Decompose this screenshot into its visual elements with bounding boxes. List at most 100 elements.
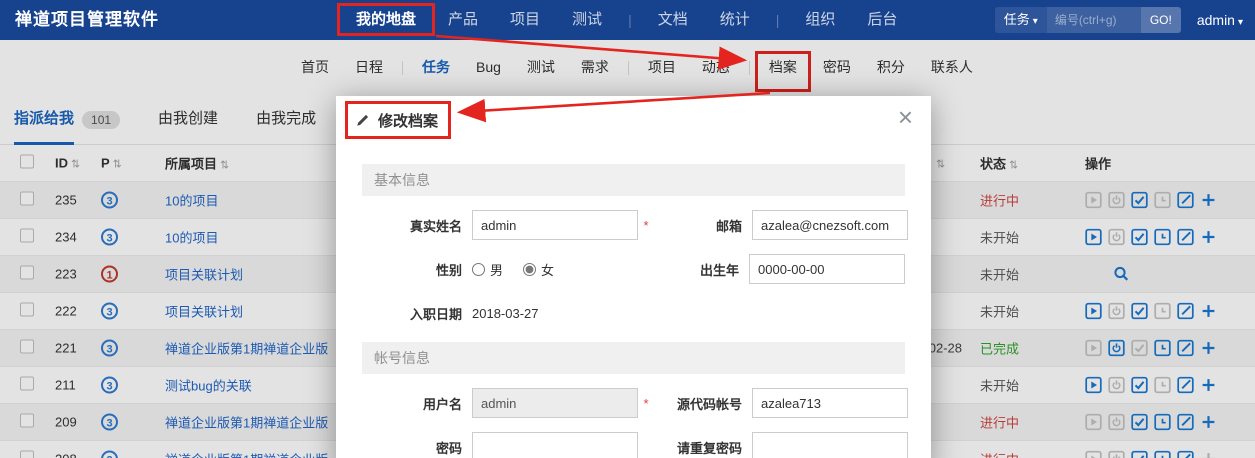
edit-task-icon[interactable]	[1177, 376, 1194, 394]
subnav-item-label: 日程	[355, 59, 383, 75]
task-id: 208	[55, 452, 77, 458]
record-hours-icon[interactable]	[1154, 450, 1171, 458]
row-checkbox[interactable]	[20, 339, 34, 354]
header-id[interactable]: ID ⇅	[55, 156, 80, 171]
user-menu[interactable]: admin ▾	[1197, 12, 1243, 28]
project-link[interactable]: 禅道企业版第1期禅道企业版	[165, 453, 328, 458]
status-label: 未开始	[980, 230, 1020, 246]
finish-task-icon[interactable]	[1131, 302, 1148, 320]
add-subtask-icon[interactable]	[1200, 303, 1217, 320]
password-field[interactable]	[472, 432, 638, 458]
commiter-label: 源代码帐号	[676, 396, 742, 412]
header-priority[interactable]: P ⇅	[101, 156, 122, 171]
tab[interactable]: 由我创建	[158, 95, 218, 145]
password2-field[interactable]	[752, 432, 908, 458]
hidden-column-sort[interactable]: ⇅	[933, 156, 945, 171]
row-checkbox[interactable]	[20, 228, 34, 243]
gender-male-radio[interactable]	[472, 262, 485, 276]
subnav-item[interactable]: 密码	[810, 40, 864, 95]
add-subtask-icon[interactable]	[1200, 229, 1217, 246]
select-all-checkbox[interactable]	[20, 154, 34, 169]
email-field[interactable]	[752, 210, 908, 240]
edit-task-icon[interactable]	[1177, 339, 1194, 357]
edit-task-icon[interactable]	[1177, 302, 1194, 320]
edit-task-icon[interactable]	[1177, 228, 1194, 246]
row-checkbox[interactable]	[20, 376, 34, 391]
subnav-item[interactable]: 首页	[288, 40, 342, 95]
subnav-item[interactable]: 测试	[514, 40, 568, 95]
edit-task-icon[interactable]	[1177, 413, 1194, 431]
subnav-item[interactable]: 联系人	[918, 40, 986, 95]
finish-task-icon[interactable]	[1131, 413, 1148, 431]
close-task-icon[interactable]	[1108, 339, 1125, 357]
tab[interactable]: 指派给我 101	[14, 95, 121, 145]
topnav-item[interactable]: 组织	[789, 0, 851, 40]
join-date-value: 2018-03-27	[472, 305, 539, 321]
project-link[interactable]: 10的项目	[165, 194, 218, 209]
birthyear-field[interactable]	[749, 254, 905, 284]
topnav-item-label: 组织	[805, 11, 836, 28]
topnav-item[interactable]: 后台	[851, 0, 913, 40]
row-checkbox[interactable]	[20, 191, 34, 206]
edit-task-icon[interactable]	[1177, 450, 1194, 458]
record-hours-icon[interactable]	[1154, 228, 1171, 246]
topnav-item[interactable]: 产品	[432, 0, 494, 40]
search-type-dropdown[interactable]: 任务 ▾	[994, 7, 1047, 33]
header-status[interactable]: 状态 ⇅	[980, 154, 1018, 173]
subnav-item[interactable]: 需求	[568, 40, 622, 95]
subnav-item[interactable]: Bug	[463, 40, 514, 95]
header-project[interactable]: 所属项目 ⇅	[165, 154, 229, 173]
subnav-item[interactable]: 项目	[635, 40, 689, 95]
add-subtask-icon[interactable]	[1200, 340, 1217, 357]
row-checkbox[interactable]	[20, 413, 34, 428]
finish-task-icon[interactable]	[1131, 450, 1148, 458]
project-link[interactable]: 项目关联计划	[165, 305, 243, 320]
modal-header: 修改档案 ×	[336, 96, 931, 144]
subnav-item[interactable]: 积分	[864, 40, 918, 95]
project-link[interactable]: 禅道企业版第1期禅道企业版	[165, 416, 328, 431]
search-input[interactable]	[1046, 7, 1141, 33]
subnav-divider	[402, 60, 403, 75]
project-link[interactable]: 禅道企业版第1期禅道企业版	[165, 342, 328, 357]
add-subtask-icon[interactable]	[1200, 192, 1217, 209]
row-actions	[1085, 339, 1217, 357]
status-label: 未开始	[980, 267, 1020, 283]
commiter-field[interactable]	[752, 388, 908, 418]
subnav-item[interactable]: 档案	[754, 40, 811, 95]
subnav-item[interactable]: 动态	[689, 40, 743, 95]
topnav-item[interactable]: 测试	[556, 0, 618, 40]
topnav-item[interactable]: 项目	[494, 0, 556, 40]
row-actions	[1085, 266, 1130, 283]
finish-task-icon[interactable]	[1131, 376, 1148, 394]
start-task-icon[interactable]	[1085, 302, 1102, 320]
subnav-item[interactable]: 日程	[342, 40, 396, 95]
edit-task-icon[interactable]	[1177, 191, 1194, 209]
project-link[interactable]: 测试bug的关联	[165, 379, 252, 394]
row-checkbox[interactable]	[20, 302, 34, 317]
go-button[interactable]: GO!	[1140, 7, 1181, 33]
start-task-icon[interactable]	[1085, 228, 1102, 246]
finish-task-icon[interactable]	[1131, 228, 1148, 246]
row-checkbox[interactable]	[20, 265, 34, 280]
add-subtask-icon[interactable]	[1200, 414, 1217, 431]
subnav-item[interactable]: 任务	[409, 40, 463, 95]
tab-label: 指派给我	[14, 95, 75, 145]
topnav-item[interactable]: 文档	[642, 0, 704, 40]
gender-female-radio[interactable]	[523, 262, 537, 276]
finish-task-icon[interactable]	[1131, 191, 1148, 209]
topnav-item[interactable]: 统计	[704, 0, 766, 40]
start-task-icon[interactable]	[1085, 376, 1102, 394]
tab[interactable]: 由我完成	[256, 95, 316, 145]
realname-field[interactable]	[472, 210, 638, 240]
close-icon[interactable]: ×	[898, 104, 913, 130]
add-subtask-icon[interactable]	[1200, 377, 1217, 394]
row-checkbox[interactable]	[20, 450, 34, 458]
modal-title: 修改档案	[344, 100, 452, 139]
record-hours-icon[interactable]	[1154, 339, 1171, 357]
topnav-item[interactable]: 我的地盘	[336, 0, 436, 40]
project-link[interactable]: 项目关联计划	[165, 268, 243, 283]
record-hours-icon[interactable]	[1154, 413, 1171, 431]
project-link[interactable]: 10的项目	[165, 231, 218, 246]
required-mark: *	[643, 217, 649, 233]
view-task-icon[interactable]	[1113, 266, 1130, 283]
